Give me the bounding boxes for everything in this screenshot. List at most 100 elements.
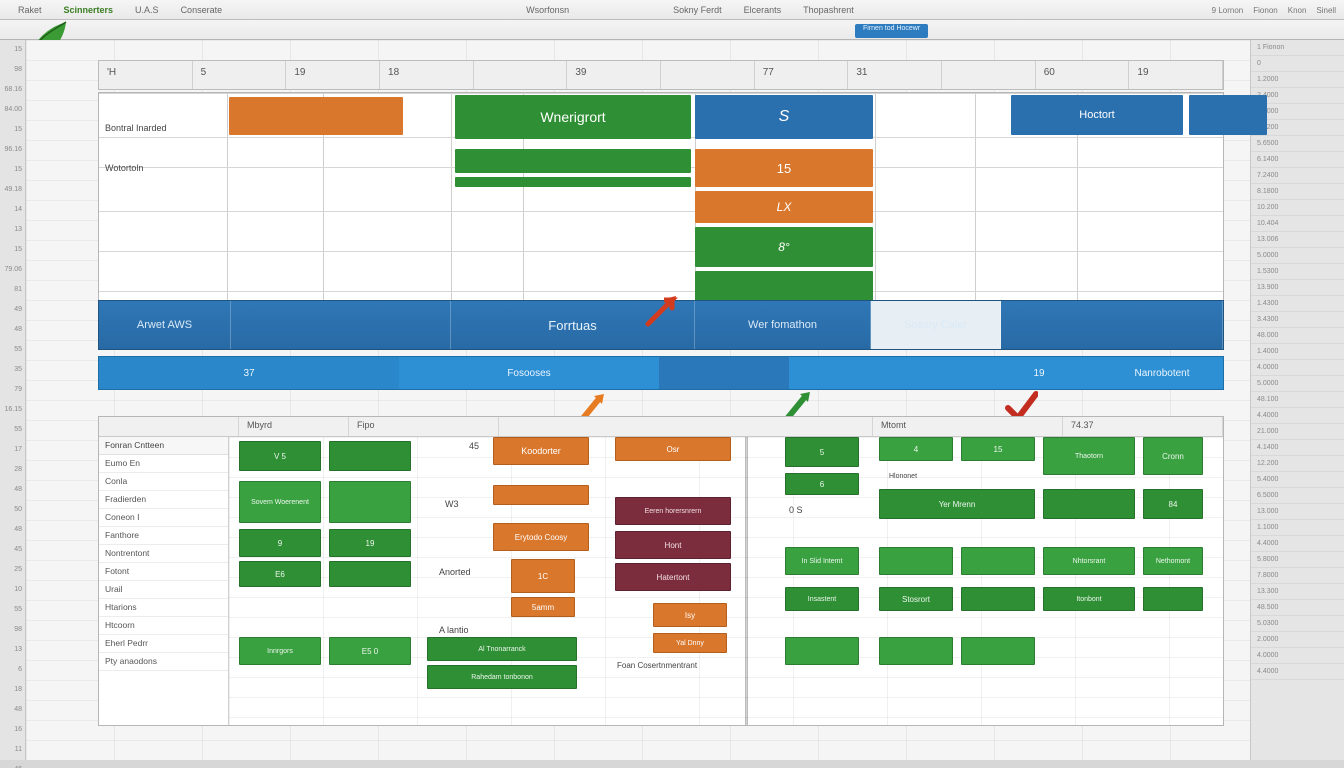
col-10[interactable]: 60 — [1036, 61, 1130, 89]
lh-0[interactable] — [99, 417, 239, 436]
side-cell[interactable]: 0 — [1251, 56, 1344, 72]
side-cell[interactable]: 7.2400 — [1251, 168, 1344, 184]
chip-l-7[interactable] — [329, 561, 411, 587]
r-b-1[interactable] — [879, 637, 953, 665]
sub-c[interactable] — [659, 357, 789, 389]
side-cell[interactable]: 4.4000 — [1251, 536, 1344, 552]
ribbon-tab-2[interactable]: U.A.S — [135, 5, 159, 15]
row-num[interactable]: 49 — [0, 300, 25, 320]
side-cell[interactable]: 3.4300 — [1251, 312, 1344, 328]
side-cell[interactable]: 4.1400 — [1251, 440, 1344, 456]
tray-3[interactable]: Sinell — [1316, 6, 1336, 15]
chip-or-2[interactable]: 1C — [511, 559, 575, 593]
row-num[interactable]: 68.16 — [0, 80, 25, 100]
lh-2[interactable]: Fipo — [349, 417, 499, 436]
r-t-11[interactable]: Stosrort — [879, 587, 953, 611]
task-orange-1[interactable]: 15 — [695, 149, 873, 187]
lh-5[interactable]: 74.37 — [1063, 417, 1223, 436]
side-cell[interactable]: 13.900 — [1251, 280, 1344, 296]
r-b-2[interactable] — [961, 637, 1035, 665]
task-green-2[interactable] — [455, 149, 691, 173]
side-item[interactable]: Eumo En — [99, 455, 228, 473]
side-cell[interactable]: 13.000 — [1251, 504, 1344, 520]
r-t-10[interactable]: Insastent — [785, 587, 859, 611]
mid-mar-2[interactable]: Hatertont — [615, 563, 731, 591]
side-cell[interactable]: 1.5300 — [1251, 264, 1344, 280]
tray-0[interactable]: 9 Lornon — [1212, 6, 1244, 15]
ribbon-tab-0[interactable]: Raket — [18, 5, 42, 15]
mid-or-0[interactable]: Isy — [653, 603, 727, 627]
task-orange-2[interactable]: LX — [695, 191, 873, 223]
r-pair-0[interactable]: 5 — [785, 437, 859, 467]
ribbon-tab-3[interactable]: Conserate — [181, 5, 223, 15]
row-num[interactable]: 13 — [0, 640, 25, 660]
r-t-12[interactable] — [961, 587, 1035, 611]
row-num[interactable]: 35 — [0, 360, 25, 380]
side-item[interactable]: Htcoorn — [99, 617, 228, 635]
task-green-3[interactable] — [455, 177, 691, 187]
task-green-header[interactable]: Wnerigrort — [455, 95, 691, 139]
col-1[interactable]: 5 — [193, 61, 287, 89]
side-item[interactable]: Fradierden — [99, 491, 228, 509]
r-t-8[interactable]: Nhtorsrant — [1043, 547, 1135, 575]
side-cell[interactable]: 1.4300 — [1251, 296, 1344, 312]
row-num[interactable]: 48 — [0, 520, 25, 540]
chip-l-11[interactable]: Rahedam tonbonon — [427, 665, 577, 689]
col-9[interactable] — [942, 61, 1036, 89]
row-num[interactable]: 48 — [0, 480, 25, 500]
mid-or-1[interactable]: Yal Dnny — [653, 633, 727, 653]
col-4[interactable] — [474, 61, 568, 89]
chip-l-6[interactable]: E6 — [239, 561, 321, 587]
side-cell[interactable]: 5.4000 — [1251, 472, 1344, 488]
chip-l-8[interactable]: Innrgors — [239, 637, 321, 665]
chip-or-3[interactable]: 5amm — [511, 597, 575, 617]
info-pill[interactable]: Firnen tod Hocewr — [855, 24, 928, 38]
band-seg-1[interactable]: Forrtuas — [451, 301, 695, 349]
row-num[interactable]: 45 — [0, 540, 25, 560]
tray-2[interactable]: Knon — [1288, 6, 1307, 15]
col-7[interactable]: 77 — [755, 61, 849, 89]
sub-d[interactable]: 19 — [979, 357, 1099, 389]
ribbon-tab-5[interactable]: Sokny Ferdt — [673, 5, 722, 15]
ribbon-tab-1[interactable]: Scinnerters — [64, 5, 114, 15]
chip-l-4[interactable]: 9 — [239, 529, 321, 557]
sub-a[interactable]: 37 — [99, 357, 399, 389]
r-t-3[interactable]: Cronn — [1143, 437, 1203, 475]
row-num[interactable]: 79 — [0, 380, 25, 400]
chip-l-2[interactable]: Sovem Woerenent — [239, 481, 321, 523]
side-cell[interactable]: 5.6500 — [1251, 136, 1344, 152]
side-item[interactable]: Coneon I — [99, 509, 228, 527]
r-t-1[interactable]: 15 — [961, 437, 1035, 461]
band-spacer-2[interactable] — [1001, 301, 1223, 349]
mid-mar-1[interactable]: Hont — [615, 531, 731, 559]
row-num[interactable]: 96.16 — [0, 140, 25, 160]
side-item[interactable]: Urail — [99, 581, 228, 599]
row-num[interactable]: 48 — [0, 700, 25, 720]
row-num[interactable]: 81 — [0, 280, 25, 300]
side-cell[interactable]: 13.006 — [1251, 232, 1344, 248]
r-t-4[interactable]: Yer Mrenn — [879, 489, 1035, 519]
side-item[interactable]: Nontrentont — [99, 545, 228, 563]
task-green-4[interactable]: 8° — [695, 227, 873, 267]
row-num[interactable]: 17 — [0, 440, 25, 460]
lower-grid[interactable]: 45 V 5 Sovem Woerenent 9 19 E6 A lantio … — [229, 437, 1223, 725]
row-num[interactable]: 15 — [0, 40, 25, 60]
chip-or-0b[interactable] — [493, 485, 589, 505]
chip-l-9[interactable]: E5 0 — [329, 637, 411, 665]
r-t-5[interactable]: In Slid Intemt — [785, 547, 859, 575]
side-cell[interactable]: 2.0000 — [1251, 632, 1344, 648]
chip-l-10[interactable]: Al Tnonarranck — [427, 637, 577, 661]
row-num[interactable]: 49.18 — [0, 180, 25, 200]
ribbon-tab-6[interactable]: Elcerants — [744, 5, 782, 15]
side-cell[interactable]: 10.200 — [1251, 200, 1344, 216]
side-cell[interactable]: 7.8000 — [1251, 568, 1344, 584]
side-item[interactable]: Eherl Pedrr — [99, 635, 228, 653]
r-t-7[interactable] — [961, 547, 1035, 575]
row-num[interactable]: 15 — [0, 160, 25, 180]
row-num[interactable]: 48 — [0, 320, 25, 340]
side-cell[interactable]: 21.000 — [1251, 424, 1344, 440]
side-cell[interactable]: 5.0300 — [1251, 616, 1344, 632]
side-cell[interactable]: 4.0000 — [1251, 648, 1344, 664]
side-cell[interactable]: 8.1800 — [1251, 184, 1344, 200]
row-num[interactable]: 25 — [0, 560, 25, 580]
